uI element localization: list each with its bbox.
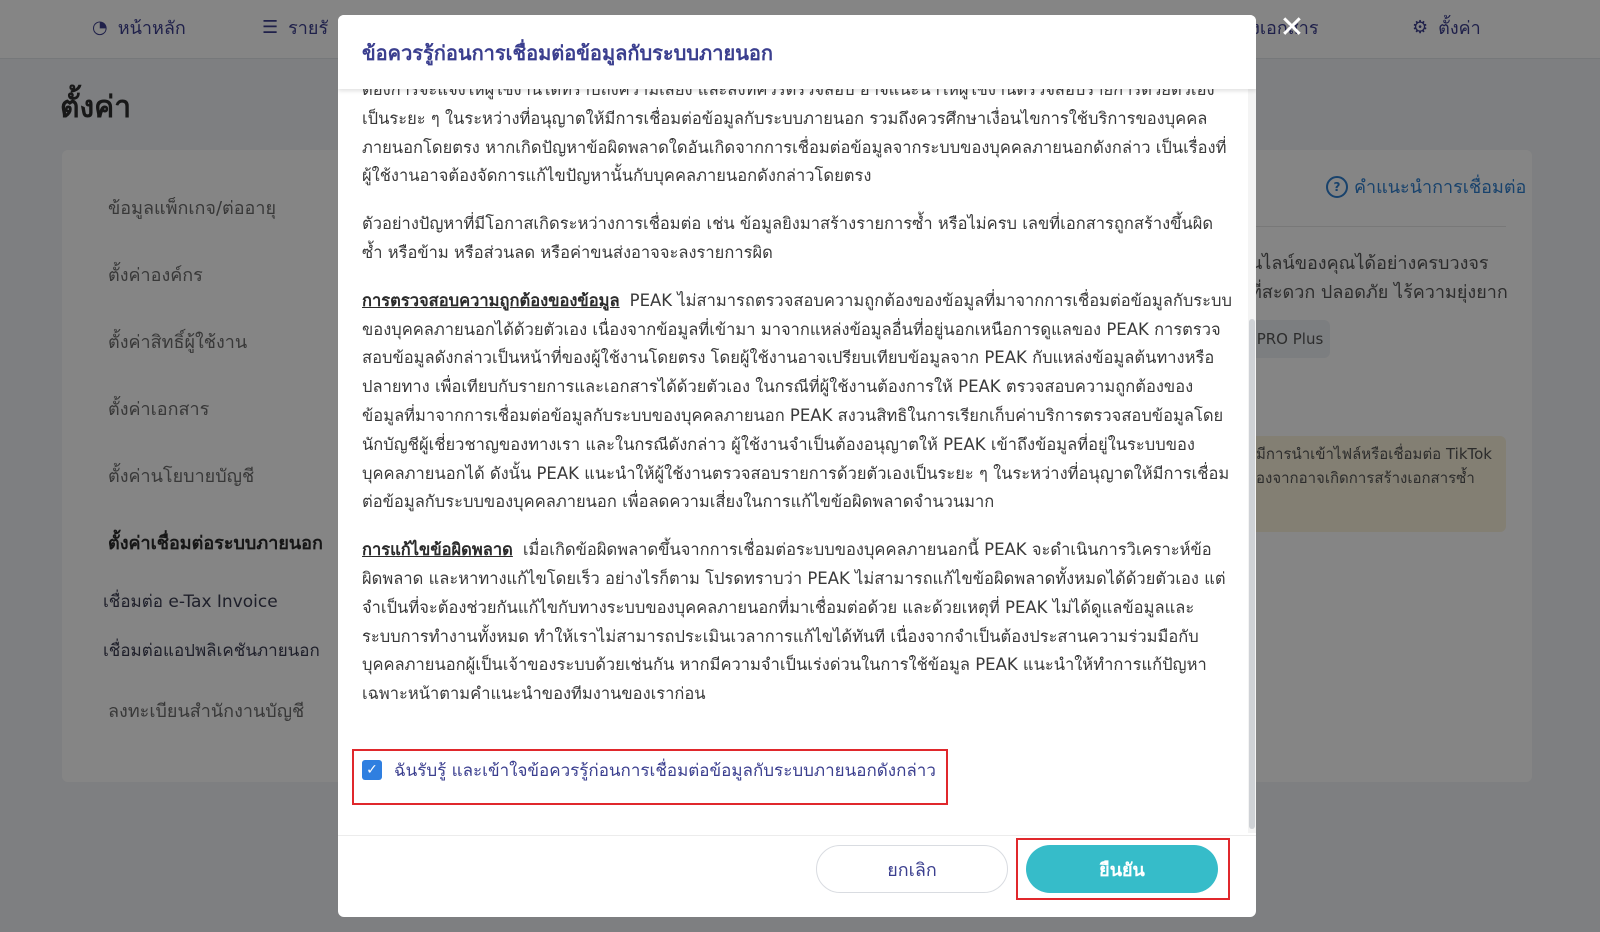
notice-paragraph: ต้องการจะแจ้งให้ผู้ใช้งานได้ทราบถึงความเ… (362, 89, 1227, 186)
notice-paragraph: ตัวอย่างปัญหาที่มีโอกาสเกิดระหว่างการเชื… (362, 214, 1214, 262)
scrollbar-thumb[interactable] (1249, 319, 1255, 829)
dialog-header: ข้อควรรู้ก่อนการเชื่อมต่อข้อมูลกับระบบภา… (338, 15, 1256, 89)
dialog-body[interactable]: ต้องการจะแจ้งให้ผู้ใช้งานได้ทราบถึงความเ… (362, 89, 1232, 759)
agree-highlight-box (352, 749, 948, 805)
section-body: PEAK ไม่สามารถตรวจสอบความถูกต้องของข้อมู… (362, 290, 1232, 512)
section-body: เมื่อเกิดข้อผิดพลาดขึ้นจากการเชื่อมต่อระ… (362, 540, 1226, 704)
section-heading: การแก้ไขข้อผิดพลาด (362, 540, 513, 560)
cancel-button[interactable]: ยกเลิก (816, 845, 1008, 893)
dialog-title: ข้อควรรู้ก่อนการเชื่อมต่อข้อมูลกับระบบภา… (362, 41, 773, 65)
close-icon[interactable]: ✕ (1276, 12, 1308, 44)
section-heading: การตรวจสอบความถูกต้องของข้อมูล (362, 290, 620, 310)
data-accuracy-section: การตรวจสอบความถูกต้องของข้อมูล PEAK ไม่สา… (362, 287, 1232, 517)
dialog-footer-divider (338, 835, 1256, 836)
confirm-highlight-box (1016, 838, 1230, 900)
scrollbar[interactable] (1248, 89, 1256, 833)
error-correction-section: การแก้ไขข้อผิดพลาด เมื่อเกิดข้อผิดพลาดขึ้… (362, 536, 1232, 709)
